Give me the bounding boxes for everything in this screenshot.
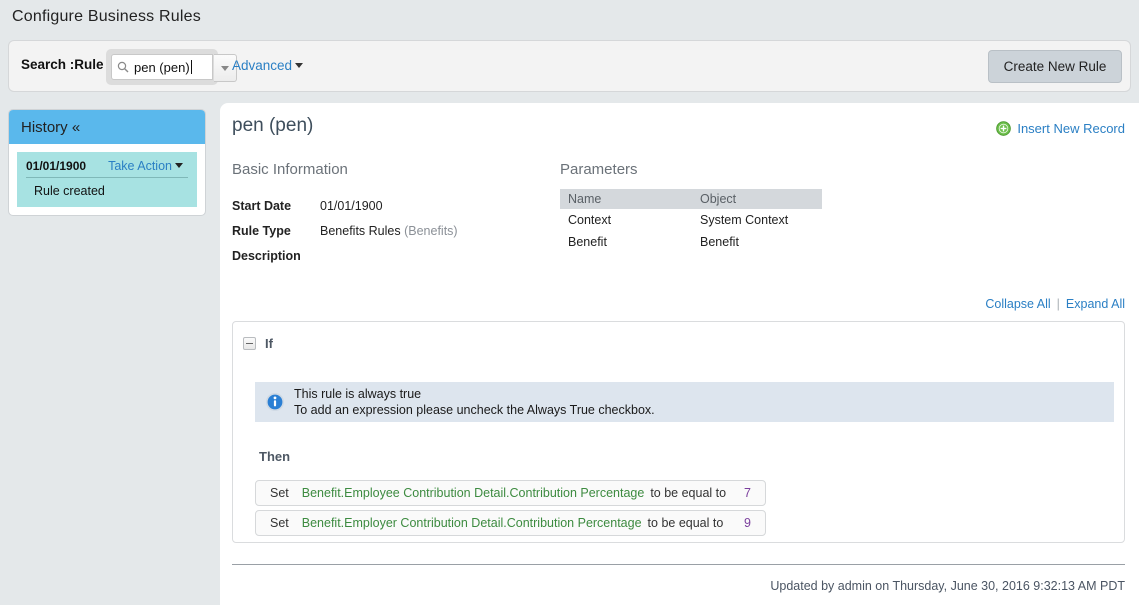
action-operator: to be equal to — [650, 486, 727, 500]
table-header-row: Name Object — [560, 189, 822, 209]
record-title: pen (pen) — [232, 115, 314, 136]
field-rule-type: Rule Type Benefits Rules (Benefits) — [232, 224, 458, 238]
field-description-label: Description — [232, 249, 301, 263]
search-input-value: pen (pen) — [134, 59, 190, 75]
action-verb: Set — [270, 516, 289, 530]
minus-box-icon[interactable] — [243, 337, 256, 350]
parameters-table: Name Object Context System Context Benef… — [560, 189, 822, 253]
expand-all-link[interactable]: Expand All — [1066, 297, 1125, 311]
parameters-heading: Parameters — [560, 161, 638, 178]
action-value: 7 — [744, 486, 751, 500]
main-content-panel: pen (pen) Insert New Record Basic Inform… — [220, 103, 1139, 605]
search-input[interactable]: pen (pen) — [111, 54, 213, 80]
insert-new-record-button[interactable]: Insert New Record — [996, 121, 1125, 136]
advanced-label: Advanced — [232, 58, 293, 73]
cell-param-name: Context — [568, 213, 612, 227]
page-title: Configure Business Rules — [12, 8, 201, 25]
then-label: Then — [259, 449, 291, 464]
action-row[interactable]: Set Benefit.Employer Contribution Detail… — [255, 510, 766, 536]
add-circle-icon — [996, 121, 1012, 136]
info-line-2: To add an expression please uncheck the … — [294, 403, 655, 417]
basic-information-heading: Basic Information — [232, 161, 348, 178]
if-label: If — [265, 336, 273, 351]
field-start-date-value: 01/01/1900 — [320, 199, 383, 213]
cell-param-object: System Context — [700, 213, 789, 227]
info-message-text: This rule is always true To add an expre… — [294, 386, 655, 418]
info-icon — [265, 392, 285, 412]
footer-divider — [232, 564, 1125, 565]
table-row: Benefit Benefit — [560, 231, 822, 253]
rule-editor-panel: If This rule is always true To add an ex… — [232, 321, 1125, 543]
take-action-menu[interactable]: Take Action — [108, 159, 183, 173]
search-toolbar: Search :Rule pen (pen) Advanced Create N… — [8, 40, 1131, 92]
chevron-down-icon — [175, 163, 183, 168]
field-rule-type-label: Rule Type — [232, 224, 291, 238]
info-message-box: This rule is always true To add an expre… — [255, 382, 1114, 422]
column-header-name: Name — [560, 189, 692, 209]
link-divider: | — [1056, 297, 1060, 311]
history-list: 01/01/1900 Take Action Rule created — [9, 144, 205, 215]
info-line-1: This rule is always true — [294, 387, 422, 401]
minus-glyph — [246, 343, 253, 344]
chevron-down-icon — [295, 63, 304, 68]
take-action-label: Take Action — [108, 159, 172, 173]
collapse-expand-controls: Collapse All | Expand All — [985, 297, 1125, 311]
field-description: Description — [232, 249, 320, 263]
last-updated-text: Updated by admin on Thursday, June 30, 2… — [770, 579, 1125, 593]
field-start-date-label: Start Date — [232, 199, 292, 213]
advanced-search-link[interactable]: Advanced — [232, 58, 304, 73]
create-new-rule-button[interactable]: Create New Rule — [988, 50, 1122, 83]
field-start-date: Start Date 01/01/1900 — [232, 199, 383, 213]
action-field: Benefit.Employer Contribution Detail.Con… — [301, 516, 642, 530]
action-operator: to be equal to — [647, 516, 724, 530]
action-verb: Set — [270, 486, 289, 500]
action-row[interactable]: Set Benefit.Employee Contribution Detail… — [255, 480, 766, 506]
cell-param-name: Benefit — [568, 235, 607, 249]
cell-param-object: Benefit — [700, 235, 739, 249]
field-rule-type-suffix: (Benefits) — [404, 224, 458, 238]
collapse-all-link[interactable]: Collapse All — [985, 297, 1050, 311]
search-icon — [115, 55, 131, 79]
if-section-header: If — [243, 336, 273, 351]
insert-new-record-label: Insert New Record — [1017, 121, 1125, 136]
field-rule-type-value: Benefits Rules — [320, 224, 401, 238]
history-entry[interactable]: 01/01/1900 Take Action Rule created — [17, 152, 197, 207]
action-value: 9 — [744, 516, 751, 530]
table-row: Context System Context — [560, 209, 822, 231]
search-label: Search :Rule — [21, 57, 104, 72]
text-caret — [190, 60, 192, 74]
history-entry-date: 01/01/1900 — [26, 159, 87, 173]
history-entry-header: 01/01/1900 Take Action — [26, 159, 188, 178]
history-entry-description: Rule created — [34, 184, 105, 198]
chevron-down-icon — [221, 65, 229, 71]
action-field: Benefit.Employee Contribution Detail.Con… — [301, 486, 645, 500]
search-box-container: pen (pen) — [106, 49, 237, 85]
history-panel: History « 01/01/1900 Take Action Rule cr… — [8, 109, 206, 216]
history-header[interactable]: History « — [9, 110, 205, 144]
column-header-object: Object — [692, 189, 822, 209]
